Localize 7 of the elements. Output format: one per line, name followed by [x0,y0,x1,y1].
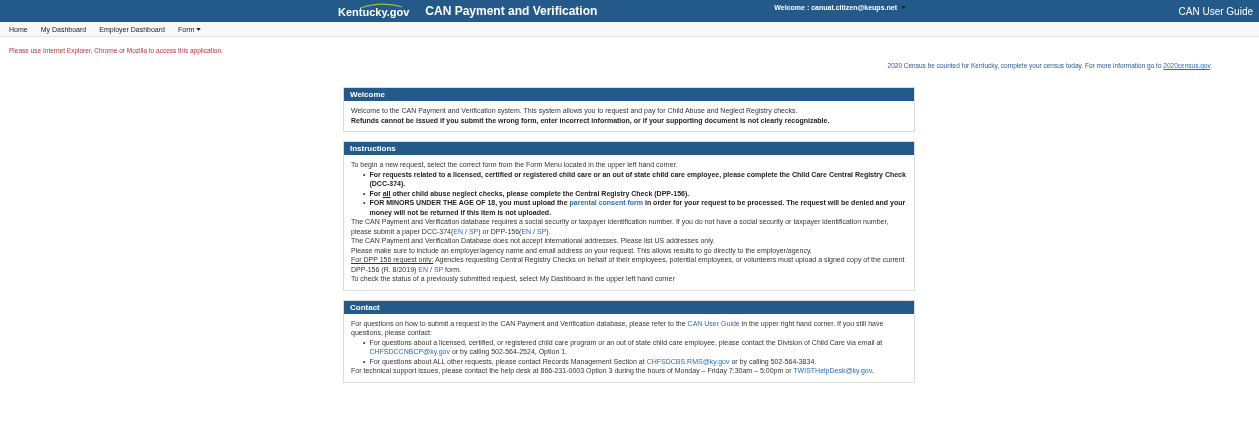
panel-header: Welcome [344,88,914,101]
panel-header: Instructions [344,142,914,155]
app-title: CAN Payment and Verification [425,4,598,18]
user-guide-link[interactable]: CAN User Guide [1178,5,1253,17]
panel-header: Contact [344,300,914,314]
caret-icon [901,6,906,9]
site-logo[interactable]: Kentucky.gov [338,6,410,19]
